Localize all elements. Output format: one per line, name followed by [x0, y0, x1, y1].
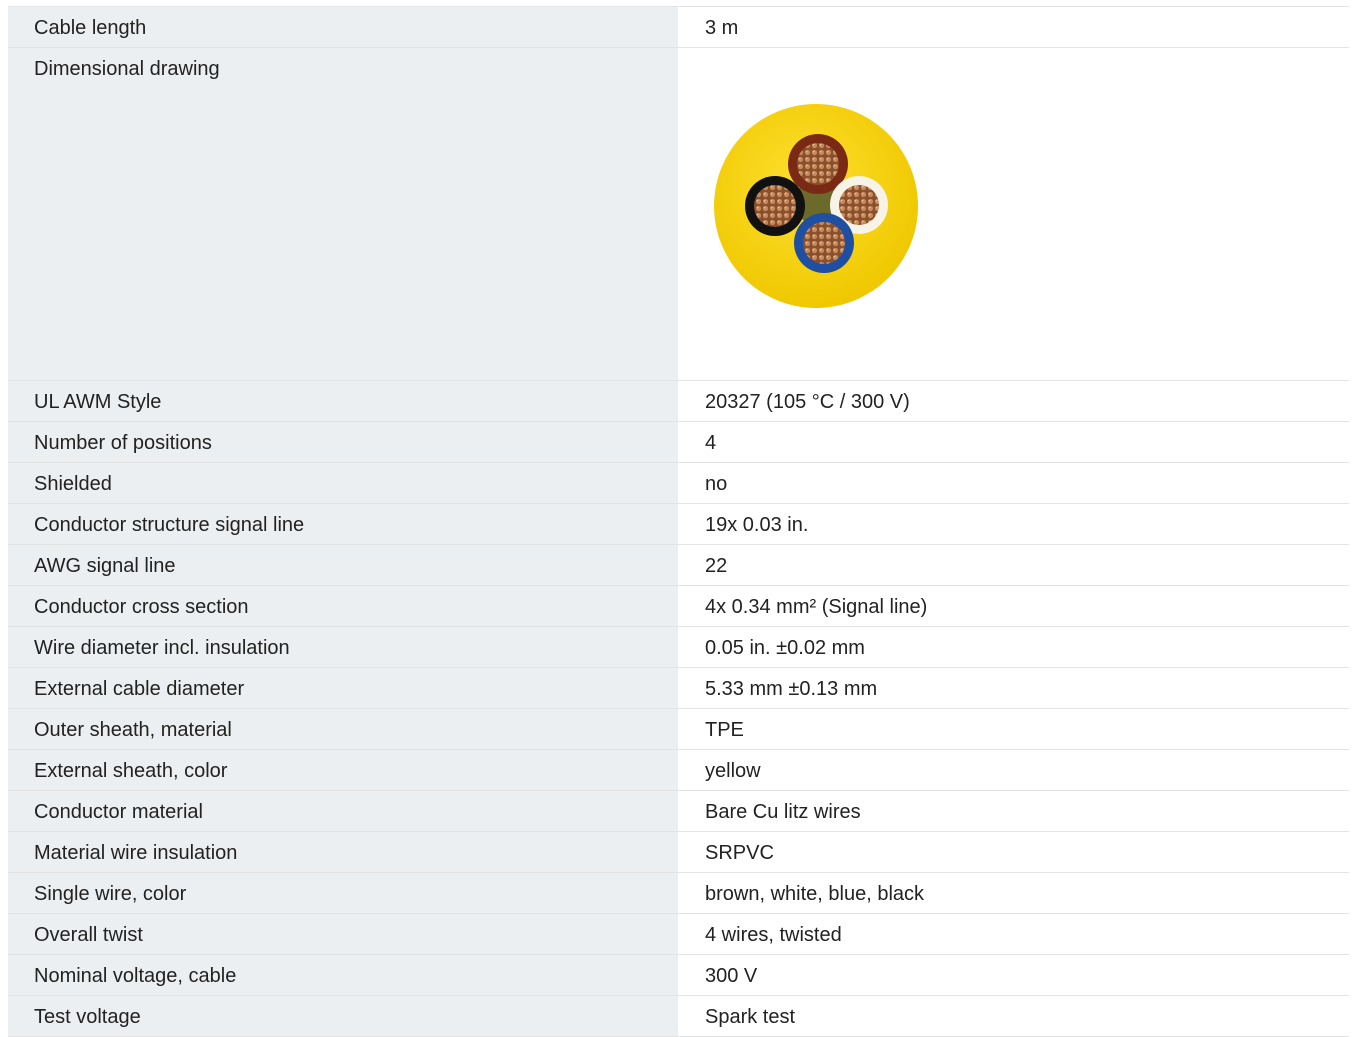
spec-row-external-cable-diameter: External cable diameter 5.33 mm ±0.13 mm [8, 668, 1349, 709]
spec-label: Wire diameter incl. insulation [8, 627, 678, 667]
spec-label: Single wire, color [8, 873, 678, 913]
spec-label: Overall twist [8, 914, 678, 954]
spec-label: Outer sheath, material [8, 709, 678, 749]
spec-row-wire-diameter: Wire diameter incl. insulation 0.05 in. … [8, 627, 1349, 668]
spec-value: Bare Cu litz wires [705, 801, 861, 823]
spec-row-single-wire-color: Single wire, color brown, white, blue, b… [8, 873, 1349, 914]
spec-value-drawing [678, 48, 1349, 380]
spec-row-overall-twist: Overall twist 4 wires, twisted [8, 914, 1349, 955]
spec-label: Dimensional drawing [8, 48, 678, 380]
spec-label: AWG signal line [8, 545, 678, 585]
spec-value: yellow [705, 760, 761, 782]
spec-label: Conductor structure signal line [8, 504, 678, 544]
spec-row-conductor-structure: Conductor structure signal line 19x 0.03… [8, 504, 1349, 545]
spec-value: TPE [705, 719, 744, 741]
spec-value: 0.05 in. ±0.02 mm [705, 637, 865, 659]
spec-value: 300 V [705, 965, 758, 987]
spec-value: SRPVC [705, 842, 774, 864]
spec-value: 22 [705, 555, 728, 577]
spec-value: no [705, 473, 728, 495]
spec-row-external-sheath-color: External sheath, color yellow [8, 750, 1349, 791]
spec-value: 3 m [705, 17, 739, 39]
spec-label: Material wire insulation [8, 832, 678, 872]
spec-label: External sheath, color [8, 750, 678, 790]
spec-label: Nominal voltage, cable [8, 955, 678, 995]
spec-row-nominal-voltage: Nominal voltage, cable 300 V [8, 955, 1349, 996]
spec-row-shielded: Shielded no [8, 463, 1349, 504]
wire-blue [794, 213, 854, 273]
spec-value: 4 wires, twisted [705, 924, 842, 946]
spec-label: Number of positions [8, 422, 678, 462]
spec-label: UL AWM Style [8, 381, 678, 421]
spec-row-cable-length: Cable length 3 m [8, 7, 1349, 48]
spec-value: 5.33 mm ±0.13 mm [705, 678, 878, 700]
spec-row-conductor-cross-section: Conductor cross section 4x 0.34 mm² (Sig… [8, 586, 1349, 627]
spec-row-outer-sheath-material: Outer sheath, material TPE [8, 709, 1349, 750]
spec-label: Test voltage [8, 996, 678, 1036]
spec-row-awg-signal-line: AWG signal line 22 [8, 545, 1349, 586]
spec-row-conductor-material: Conductor material Bare Cu litz wires [8, 791, 1349, 832]
spec-label: Conductor cross section [8, 586, 678, 626]
spec-row-number-of-positions: Number of positions 4 [8, 422, 1349, 463]
spec-value: 19x 0.03 in. [705, 514, 809, 536]
spec-value: 4 [705, 432, 717, 454]
spec-value: 20327 (105 °C / 300 V) [705, 391, 910, 413]
wire-black [745, 176, 805, 236]
spec-label: Shielded [8, 463, 678, 503]
spec-table: Cable length 3 m Dimensional drawing UL … [8, 6, 1349, 1037]
spec-row-dimensional-drawing: Dimensional drawing [8, 48, 1349, 381]
spec-row-test-voltage: Test voltage Spark test [8, 996, 1349, 1037]
spec-label: Conductor material [8, 791, 678, 831]
cable-cross-section-drawing [714, 104, 918, 308]
spec-row-ul-awm-style: UL AWM Style 20327 (105 °C / 300 V) [8, 381, 1349, 422]
spec-value: brown, white, blue, black [705, 883, 925, 905]
spec-label: Cable length [8, 7, 678, 47]
spec-value: 4x 0.34 mm² (Signal line) [705, 596, 928, 618]
spec-value: Spark test [705, 1006, 796, 1028]
spec-label: External cable diameter [8, 668, 678, 708]
spec-row-material-wire-insulation: Material wire insulation SRPVC [8, 832, 1349, 873]
